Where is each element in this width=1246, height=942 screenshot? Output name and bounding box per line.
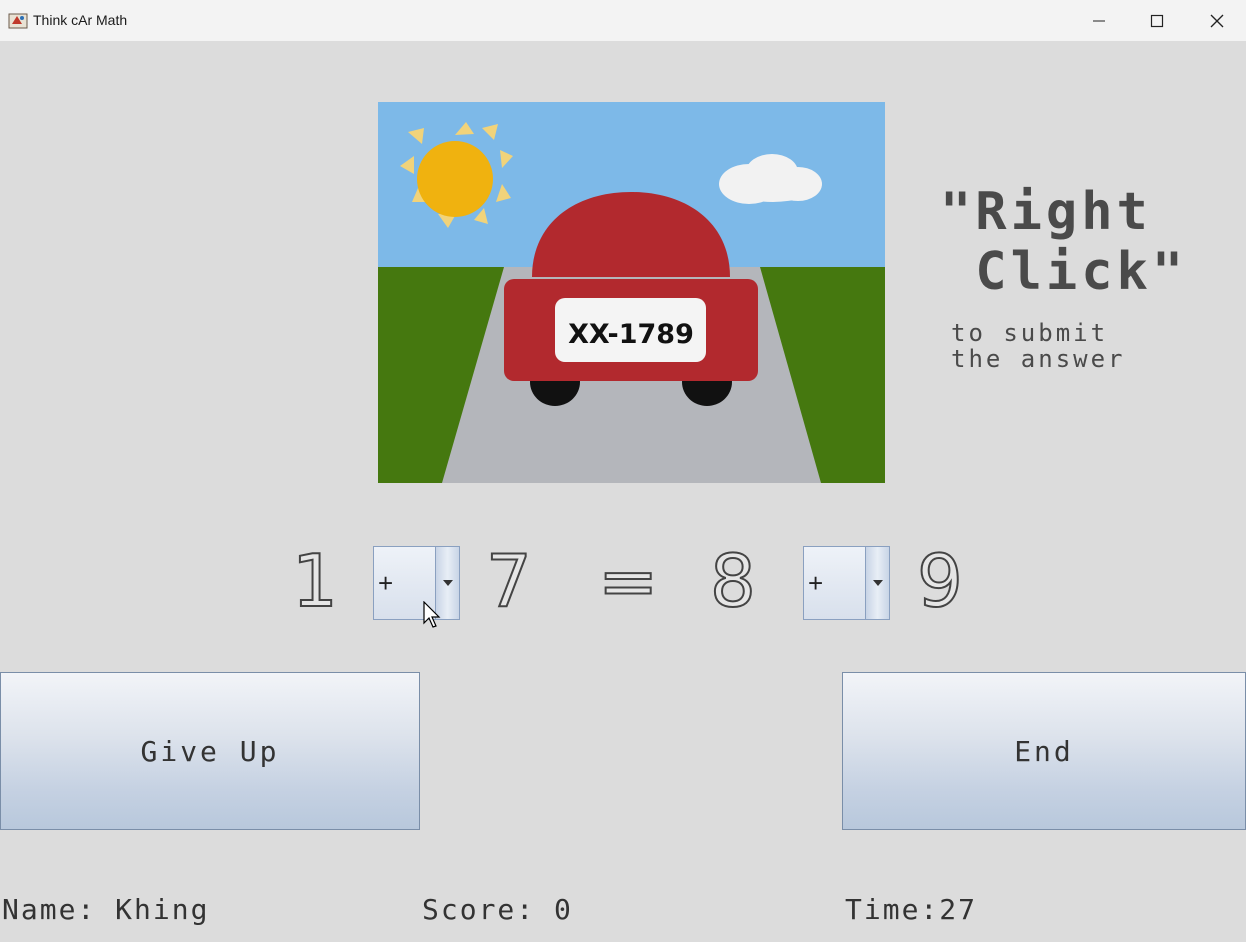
chevron-down-icon	[872, 580, 883, 586]
dropdown-arrow-button[interactable]	[865, 547, 889, 619]
operator-select-1[interactable]: +	[373, 546, 460, 620]
operator-select-2-value: +	[808, 568, 824, 598]
operator-select-2[interactable]: +	[803, 546, 890, 620]
maximize-button[interactable]	[1128, 0, 1186, 41]
equals-sign: =	[597, 538, 659, 624]
score-label: Score: 0	[422, 893, 573, 926]
minimize-button[interactable]	[1070, 0, 1128, 41]
window-title: Think cAr Math	[33, 12, 128, 28]
mouse-cursor-icon	[423, 601, 441, 628]
minimize-icon	[1093, 20, 1105, 21]
close-icon	[1210, 14, 1224, 27]
car-scene-image: XX-1789	[378, 102, 885, 483]
timer-label: Time:27	[845, 893, 978, 926]
title-bar: Think cAr Math	[0, 0, 1246, 41]
chevron-down-icon	[442, 580, 453, 586]
maximize-icon	[1150, 14, 1164, 27]
digit-4: 9	[916, 538, 964, 624]
digit-2: 7	[485, 538, 533, 624]
player-name-label: Name: Khing	[2, 893, 210, 926]
digit-1: 1	[291, 538, 339, 624]
digit-3: 8	[709, 538, 757, 624]
end-button[interactable]: End	[842, 672, 1246, 830]
submit-hint: to submit the answer	[951, 319, 1126, 373]
java-app-icon	[8, 13, 28, 29]
right-click-hint: "Right Click"	[940, 182, 1188, 302]
license-plate-text: XX-1789	[568, 319, 694, 350]
close-button[interactable]	[1188, 0, 1246, 41]
give-up-button[interactable]: Give Up	[0, 672, 420, 830]
